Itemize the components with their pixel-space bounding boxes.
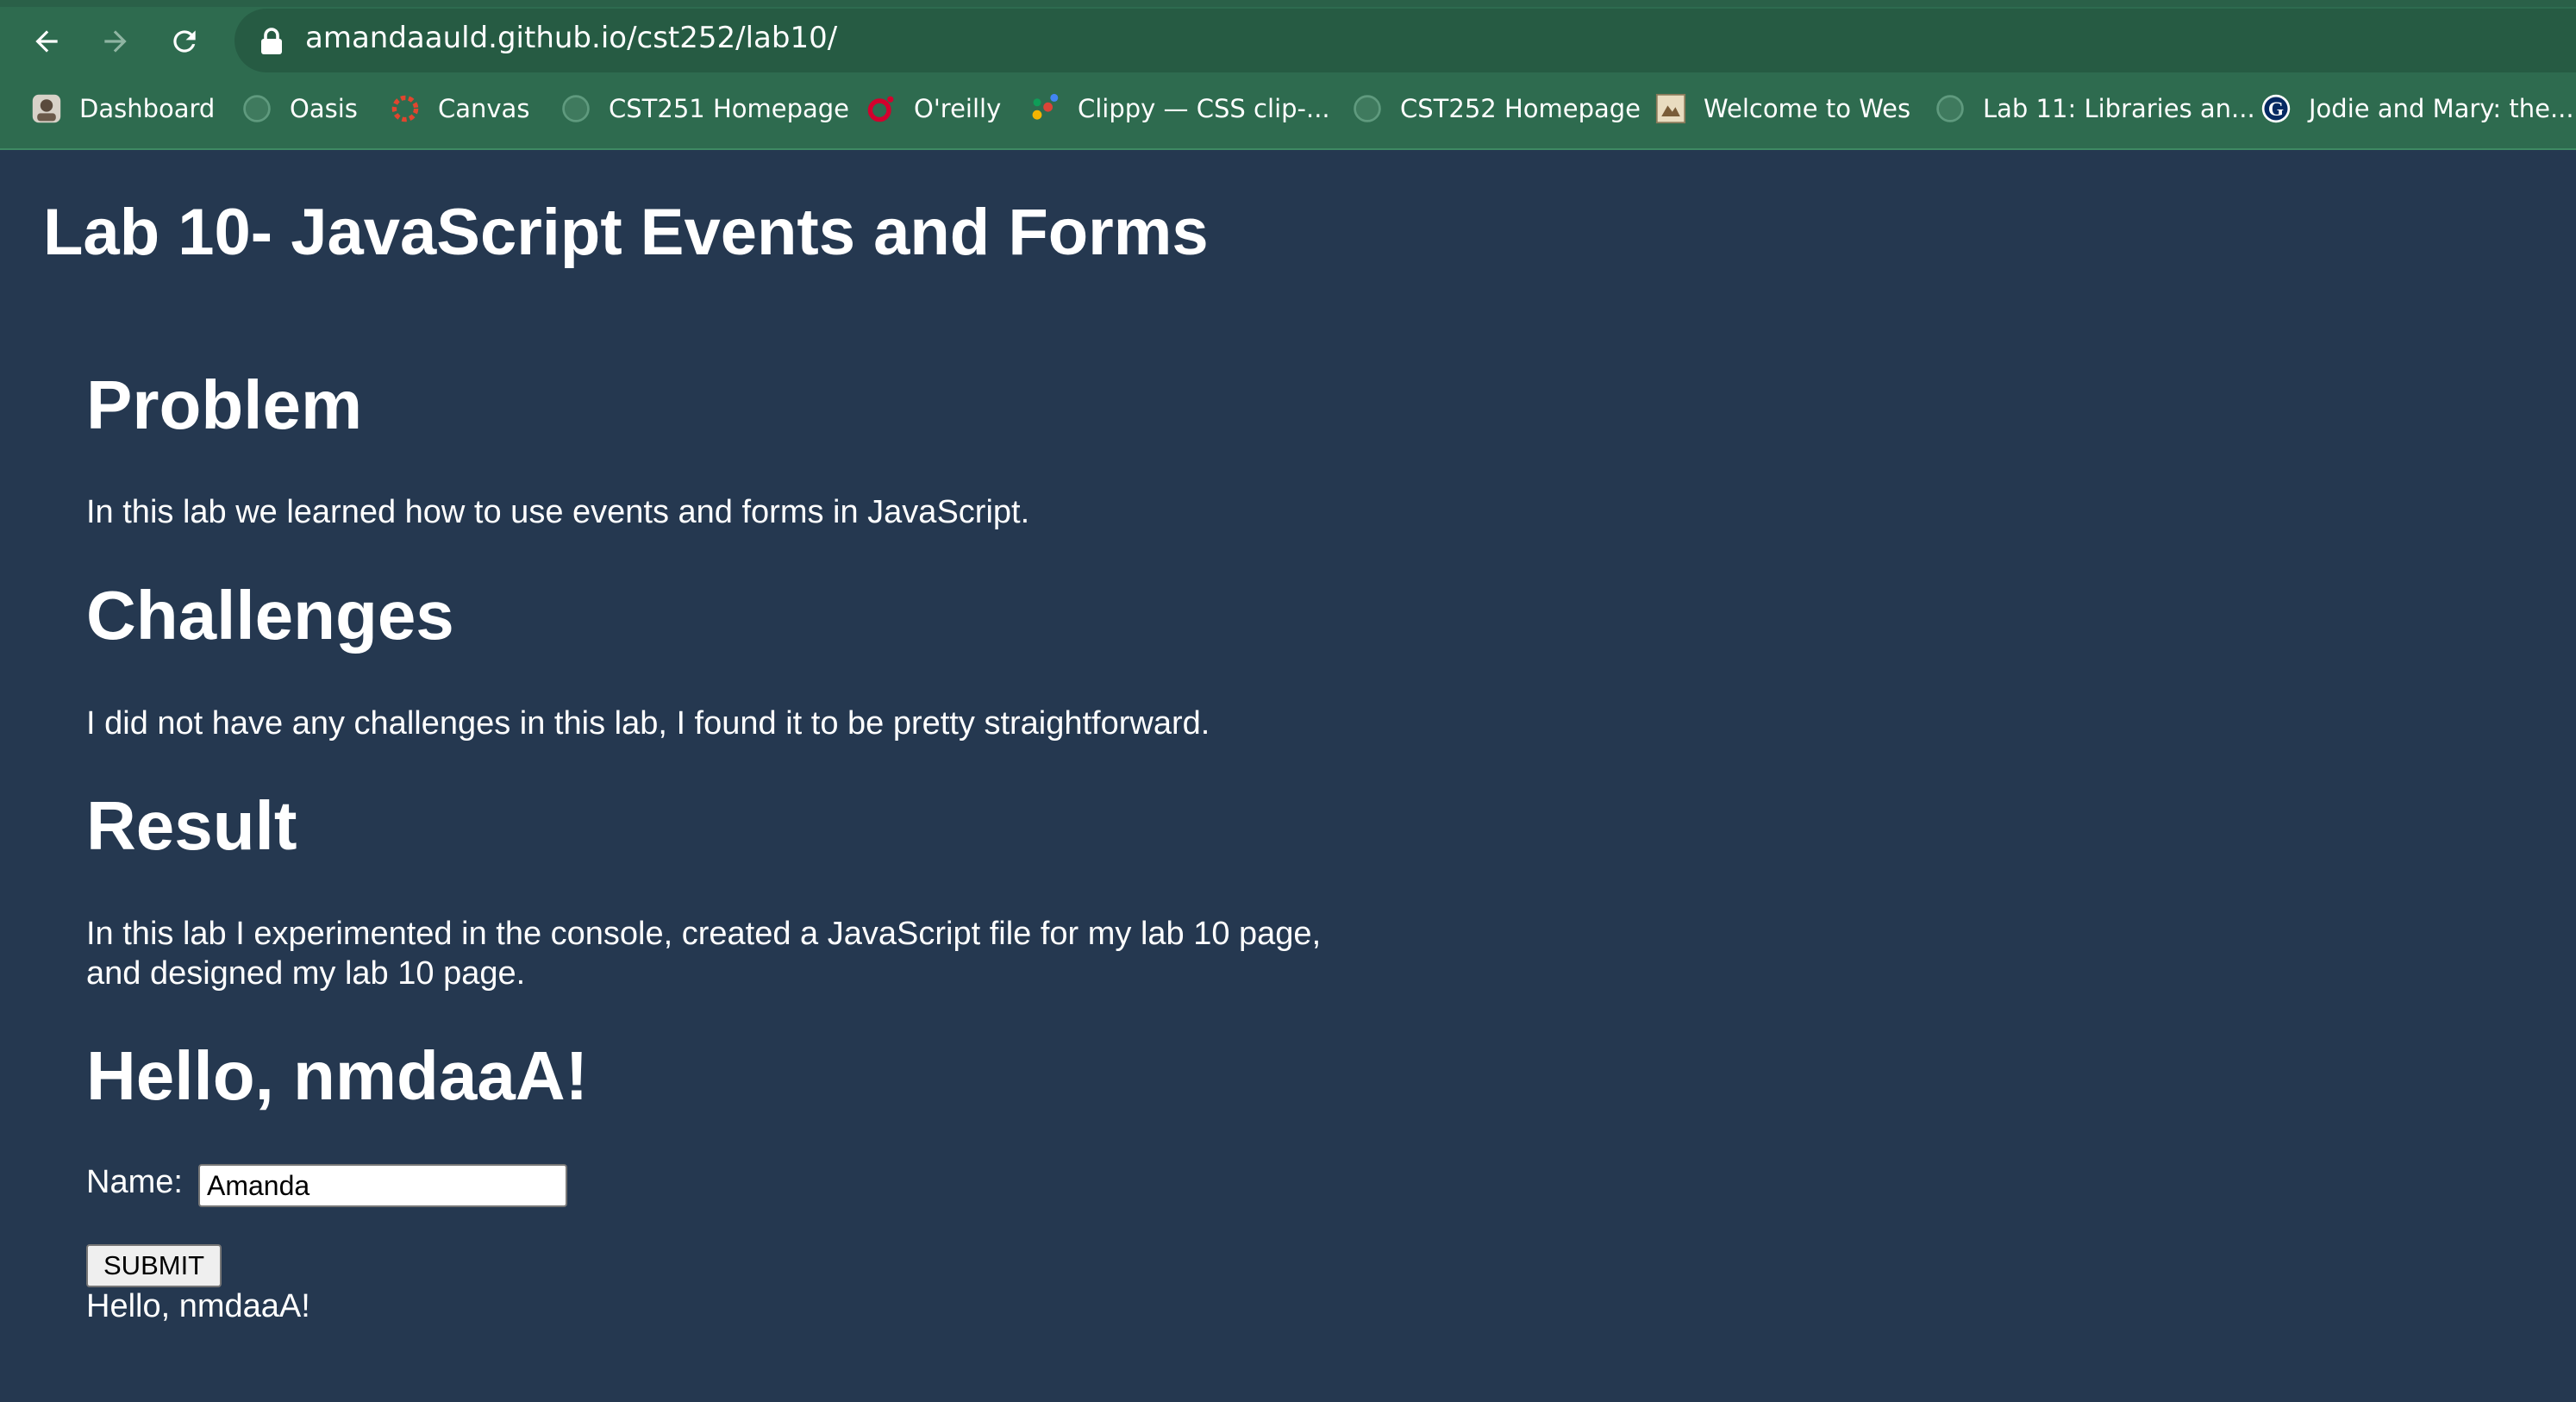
tab-strip-edge (0, 0, 2576, 7)
challenges-heading: Challenges (86, 577, 454, 654)
globe-icon (560, 93, 591, 124)
bookmark-label: Clippy — CSS clip-... (1078, 94, 1330, 123)
bookmark-label: O'reilly (914, 94, 1002, 123)
dashboard-avatar-icon (31, 93, 62, 124)
bookmark-oreilly[interactable]: O'reilly (866, 90, 1001, 128)
reload-icon (173, 30, 196, 53)
bookmark-cst251[interactable]: CST251 Homepage (560, 90, 849, 128)
reload-button[interactable] (159, 16, 210, 67)
forward-arrow-icon (104, 30, 127, 53)
bookmark-clippy[interactable]: Clippy — CSS clip-... (1029, 90, 1330, 128)
bookmark-dashboard[interactable]: Dashboard (31, 90, 215, 128)
bookmark-oasis[interactable]: Oasis (241, 90, 358, 128)
bookmark-jodie-mary[interactable]: G Jodie and Mary: the... (2260, 90, 2574, 128)
lock-icon (261, 28, 282, 54)
bookmarks-bar: Dashboard Oasis Canvas CST251 Homepage O… (0, 83, 2576, 135)
greeting-heading: Hello, nmdaaA! (86, 1037, 589, 1114)
problem-heading: Problem (86, 366, 363, 443)
bookmark-label: Lab 11: Libraries an... (1983, 94, 2255, 123)
name-input[interactable] (198, 1164, 567, 1207)
result-text: In this lab I experimented in the consol… (86, 916, 1322, 992)
canvas-logo-icon (390, 93, 421, 124)
clippy-dots-icon (1029, 93, 1060, 124)
bookmark-label: CST251 Homepage (609, 94, 850, 123)
name-label: Name: (86, 1164, 183, 1200)
back-arrow-icon (35, 30, 58, 53)
globe-icon (1935, 93, 1966, 124)
greeting-output: Hello, nmdaaA! (86, 1288, 310, 1324)
page-title: Lab 10- JavaScript Events and Forms (43, 196, 1209, 269)
globe-icon (241, 93, 272, 124)
bookmark-label: Welcome to Wes (1704, 94, 1911, 123)
result-heading: Result (86, 787, 297, 864)
bookmark-label: Canvas (438, 94, 530, 123)
oreilly-logo-icon (866, 93, 897, 124)
guardian-logo-icon: G (2260, 93, 2292, 124)
bookmark-label: Dashboard (79, 94, 216, 123)
bookmark-lab11[interactable]: Lab 11: Libraries an... (1935, 90, 2255, 128)
wes-thumbnail-icon (1655, 93, 1686, 124)
url-text[interactable]: amandaauld.github.io/cst252/lab10/ (305, 21, 837, 55)
svg-text:G: G (2268, 98, 2284, 121)
back-button[interactable] (21, 16, 72, 67)
bookmark-label: Oasis (290, 94, 358, 123)
bookmark-welcome-wes[interactable]: Welcome to Wes (1655, 90, 1910, 128)
globe-icon (1352, 93, 1383, 124)
bookmark-canvas[interactable]: Canvas (390, 90, 529, 128)
forward-button[interactable] (90, 16, 141, 67)
challenges-text: I did not have any challenges in this la… (86, 705, 1210, 742)
problem-text: In this lab we learned how to use events… (86, 494, 1030, 530)
bookmark-label: CST252 Homepage (1400, 94, 1641, 123)
bookmark-label: Jodie and Mary: the... (2309, 94, 2574, 123)
browser-chrome: amandaauld.github.io/cst252/lab10/ Dashb… (0, 0, 2576, 150)
bookmark-cst252[interactable]: CST252 Homepage (1352, 90, 1641, 128)
submit-button[interactable]: SUBMIT (86, 1244, 222, 1287)
